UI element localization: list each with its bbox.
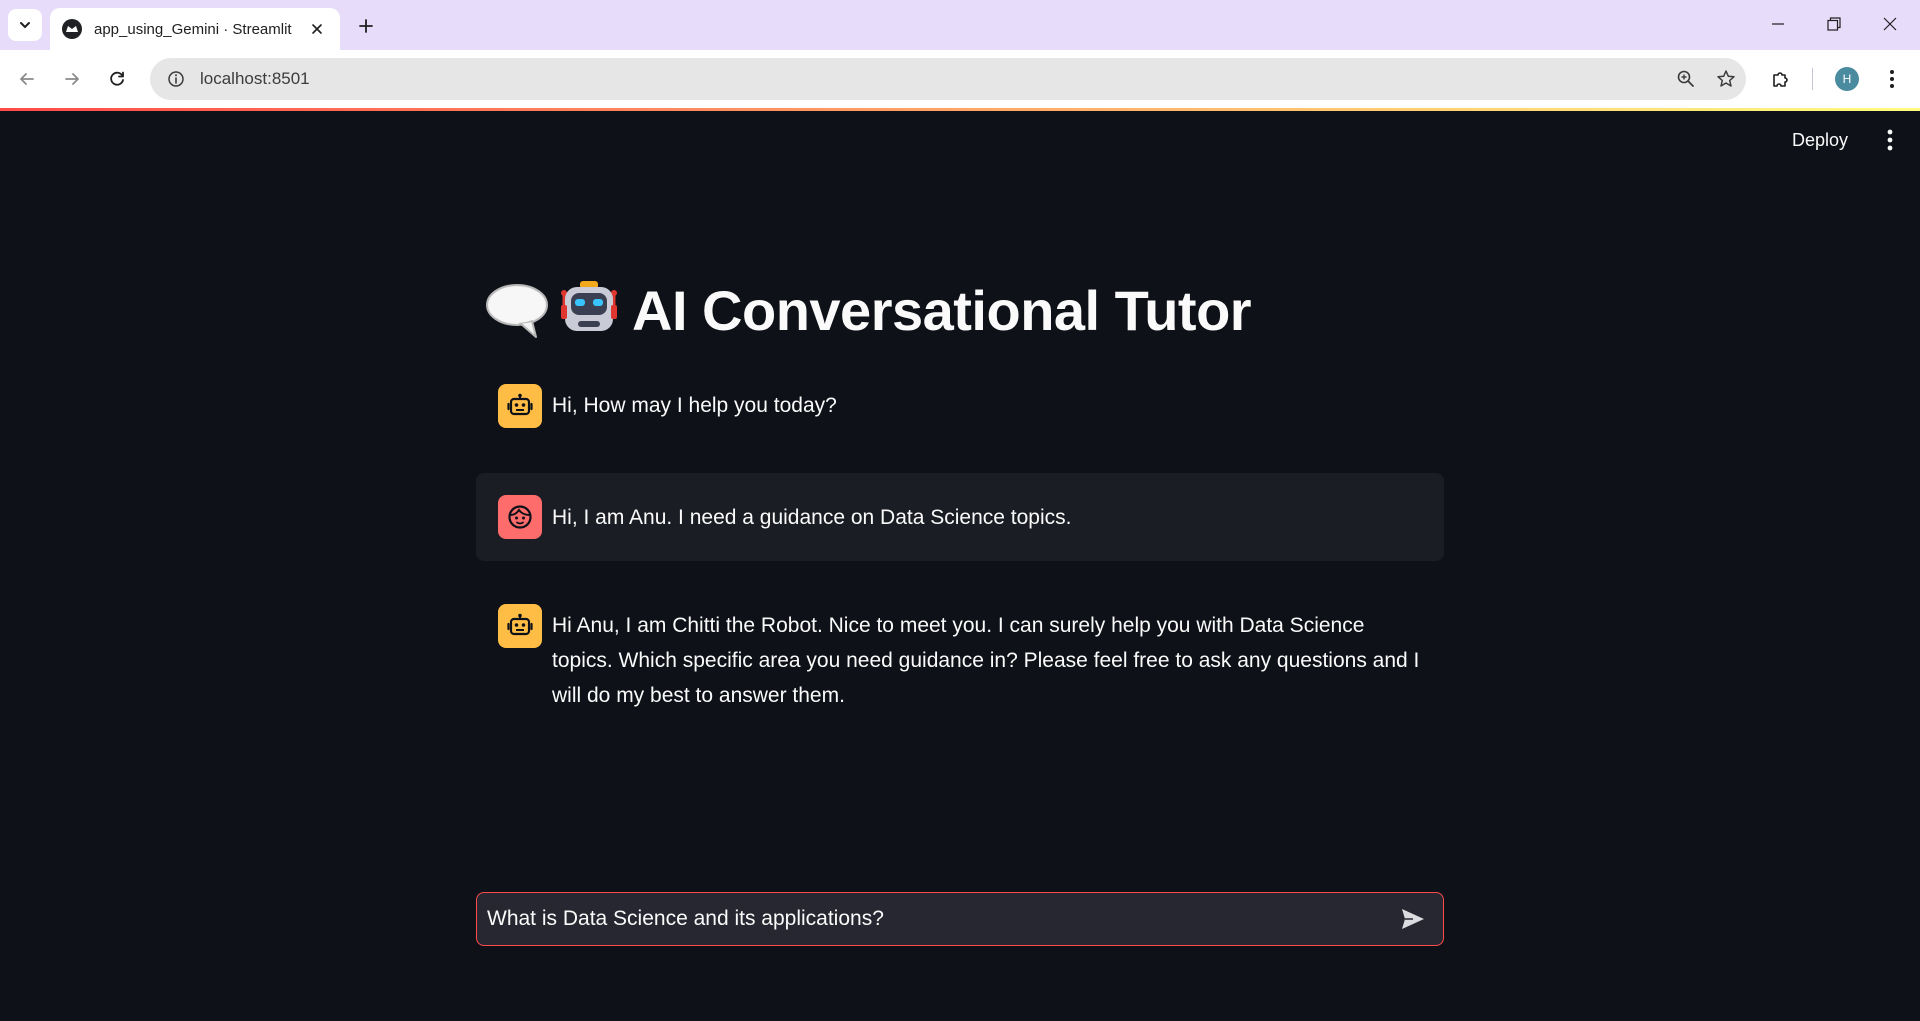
profile-button[interactable]: H [1831, 63, 1863, 95]
chat-message-assistant: Hi Anu, I am Chitti the Robot. Nice to m… [476, 604, 1444, 713]
forward-button[interactable] [56, 63, 88, 95]
arrow-left-icon [20, 73, 34, 85]
header-decoration-bar [0, 108, 1920, 111]
restore-icon [1827, 17, 1841, 31]
chat-input[interactable] [487, 907, 1393, 931]
close-icon [1883, 17, 1897, 31]
puzzle-icon [1773, 72, 1788, 87]
chat-message-text: Hi Anu, I am Chitti the Robot. Nice to m… [552, 614, 1420, 707]
new-tab-button[interactable] [352, 12, 380, 40]
more-vertical-icon [1887, 129, 1893, 151]
send-icon [1402, 909, 1424, 929]
tab-title: app_using_Gemini · Streamlit [94, 20, 292, 38]
chat-message-user: Hi, I am Anu. I need a guidance on Data … [476, 473, 1444, 561]
robot-icon [507, 613, 533, 636]
robot-face-icon [561, 281, 617, 331]
toolbar-divider [1812, 68, 1813, 90]
main-menu-button[interactable] [1875, 124, 1905, 156]
site-info-icon[interactable] [154, 58, 198, 100]
zoom-icon[interactable] [1666, 58, 1706, 100]
arrow-right-icon [65, 73, 79, 85]
send-button[interactable] [1393, 899, 1433, 939]
browser-tabstrip: app_using_Gemini · Streamlit [0, 0, 1920, 50]
streamlit-app: Deploy AI Conversational Tutor Hi, How m… [0, 108, 1920, 1021]
reload-icon [110, 71, 124, 86]
bookmark-star-icon[interactable] [1706, 58, 1746, 100]
close-window-button[interactable] [1862, 0, 1918, 48]
address-bar[interactable]: localhost:8501 [150, 58, 1746, 100]
assistant-avatar [498, 604, 542, 648]
minimize-button[interactable] [1750, 0, 1806, 48]
chat-message-text: Hi, How may I help you today? [552, 394, 837, 417]
chevron-down-icon [20, 22, 30, 29]
back-button[interactable] [11, 63, 43, 95]
deploy-button[interactable]: Deploy [1782, 126, 1858, 154]
browser-menu-button[interactable] [1876, 63, 1908, 95]
url-text[interactable]: localhost:8501 [200, 69, 1666, 89]
speech-balloon-icon [486, 284, 548, 338]
user-avatar [498, 495, 542, 539]
plus-icon [359, 19, 373, 33]
page-title: AI Conversational Tutor [632, 278, 1252, 342]
restore-button[interactable] [1806, 0, 1862, 48]
user-face-icon [508, 505, 532, 529]
chat-input-box[interactable] [476, 892, 1444, 946]
reload-button[interactable] [101, 63, 133, 95]
chat-message-text: Hi, I am Anu. I need a guidance on Data … [552, 505, 1072, 529]
browser-tab-active[interactable]: app_using_Gemini · Streamlit [50, 8, 340, 50]
close-icon[interactable] [306, 18, 328, 40]
tab-search-button[interactable] [8, 9, 42, 41]
page-title-row: AI Conversational Tutor [484, 270, 1252, 350]
chat-message-assistant: Hi, How may I help you today? [476, 384, 1444, 428]
extensions-button[interactable] [1765, 63, 1797, 95]
browser-toolbar: localhost:8501 H [0, 50, 1920, 108]
more-vertical-icon [1890, 70, 1894, 88]
streamlit-favicon-icon [62, 19, 82, 39]
assistant-avatar [498, 384, 542, 428]
minimize-icon [1772, 23, 1784, 25]
robot-icon [507, 393, 533, 416]
avatar: H [1835, 67, 1859, 91]
